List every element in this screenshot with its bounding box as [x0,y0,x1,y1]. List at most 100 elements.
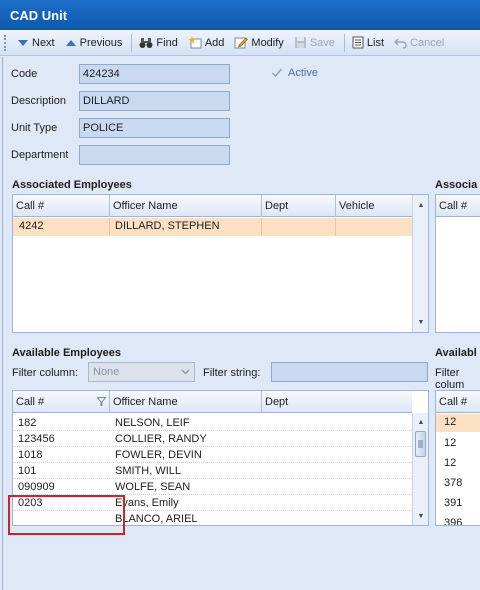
available-right-grid[interactable]: Call # 12 12 12 378 391 396 [435,390,480,526]
cell-officer-name: FOWLER, DEVIN [115,449,202,461]
modify-label: Modify [251,36,284,49]
cell-dept [262,431,412,447]
previous-label: Previous [79,36,123,49]
associated-employees-grid[interactable]: Call # Officer Name Dept Vehicle 4242 DI… [12,194,429,333]
cell-dept [262,495,412,511]
column-header-call[interactable]: Call # [13,195,110,217]
scroll-down-icon[interactable]: ▼ [413,508,428,524]
cell-call: 090909 [18,481,55,493]
cell-dept [262,447,412,463]
find-label: Find [156,36,178,49]
list-label: List [366,36,385,49]
toolbar-grip[interactable] [4,34,7,51]
cell-dept [262,415,412,431]
code-field[interactable]: 424234 [79,64,230,84]
column-header-call-label: Call # [16,396,45,408]
list-item[interactable]: 378 [436,475,480,493]
window-title: CAD Unit [0,0,480,30]
description-field[interactable]: DILLARD [79,91,230,111]
scroll-up-icon[interactable]: ▲ [413,414,428,430]
save-label: Save [309,36,335,49]
cell-officer-name: DILLARD, STEPHEN [110,218,262,236]
column-header-call[interactable]: Call # [13,391,110,413]
table-row[interactable]: 101 SMITH, WILL [13,463,412,479]
find-button[interactable]: Find [135,32,181,54]
cell-officer-name: SMITH, WILL [115,465,182,477]
scroll-up-icon[interactable]: ▲ [413,197,428,213]
cell-call: 4242 [13,218,110,236]
associated-employees-title: Associated Employees [12,179,132,191]
cell-call: 12 [444,437,457,449]
unit-type-field[interactable]: POLICE [79,118,230,138]
cell-call: 391 [444,497,463,509]
grid-header: Call # [436,195,480,217]
chevron-down-icon [181,369,190,375]
list-item[interactable]: 396 [436,515,480,525]
binoculars-icon [139,37,153,48]
next-button[interactable]: Next [13,32,59,54]
cell-call: 1018 [18,449,43,461]
column-header-call[interactable]: Call # [436,195,480,217]
next-icon [18,39,28,46]
column-header-vehicle[interactable]: Vehicle [336,195,412,217]
table-row[interactable]: 090909 WOLFE, SEAN [13,479,412,495]
cell-call: 123456 [18,433,55,445]
available-employees-title: Available Employees [12,347,122,359]
cell-call: 12 [444,457,457,469]
associated-right-grid[interactable]: Call # [435,194,480,333]
list-item[interactable]: 391 [436,495,480,513]
scroll-thumb[interactable] [415,431,426,457]
toolbar-separator [131,33,133,52]
scroll-down-icon[interactable]: ▼ [413,314,428,330]
cell-officer-name: Evans, Emily [115,497,179,509]
modify-icon [234,37,249,49]
save-button[interactable]: Save [290,32,339,54]
cell-call: 182 [18,417,37,429]
add-icon [187,36,202,49]
list-item[interactable]: 12 [436,414,480,432]
available-right-filter-label: Filter colum [435,367,465,391]
cell-officer-name: COLLIER, RANDY [115,433,207,445]
column-header-dept[interactable]: Dept [262,195,336,217]
cancel-button[interactable]: Cancel [390,32,448,54]
table-row[interactable]: 182 NELSON, LEIF [13,415,412,431]
table-row[interactable]: 123456 COLLIER, RANDY [13,431,412,447]
active-checkbox[interactable]: Active [271,67,318,79]
modify-button[interactable]: Modify [230,32,287,54]
filter-column-label: Filter column: [12,367,79,379]
filter-string-label: Filter string: [203,367,261,379]
table-row[interactable]: 4242 DILLARD, STEPHEN [13,218,412,236]
table-row[interactable]: 1018 FOWLER, DEVIN [13,447,412,463]
grid-header: Call # Officer Name Dept [13,391,412,413]
filter-icon[interactable] [97,397,106,406]
available-right-title: Availabl [435,347,477,359]
list-button[interactable]: List [348,32,388,54]
filter-string-input[interactable] [271,362,428,382]
toolbar-separator [343,33,345,52]
save-icon [294,37,306,48]
add-button[interactable]: Add [184,32,229,54]
previous-button[interactable]: Previous [61,32,127,54]
cell-dept [262,463,412,479]
column-header-officer-name[interactable]: Officer Name [110,391,262,413]
cell-call: 101 [18,465,37,477]
add-label: Add [204,36,225,49]
grid-header: Call # Officer Name Dept Vehicle [13,195,412,217]
grid-header: Call # [436,391,480,413]
list-item[interactable]: 12 [436,455,480,473]
filter-column-value: None [93,366,120,378]
cell-call: 12 [444,416,457,428]
column-header-call[interactable]: Call # [436,391,480,413]
active-label: Active [288,67,318,79]
list-item[interactable]: 12 [436,435,480,453]
cancel-label: Cancel [410,36,445,49]
vertical-scrollbar[interactable]: ▲ ▼ [412,195,428,332]
column-header-officer-name[interactable]: Officer Name [110,195,262,217]
column-header-dept[interactable]: Dept [262,391,412,413]
cell-officer-name: BLANCO, ARIEL [115,513,198,525]
vertical-scrollbar[interactable]: ▲ ▼ [412,413,428,525]
department-field[interactable] [79,145,230,165]
filter-column-select[interactable]: None [88,362,195,382]
grip-icon [418,440,423,448]
cell-officer-name: WOLFE, SEAN [115,481,191,493]
